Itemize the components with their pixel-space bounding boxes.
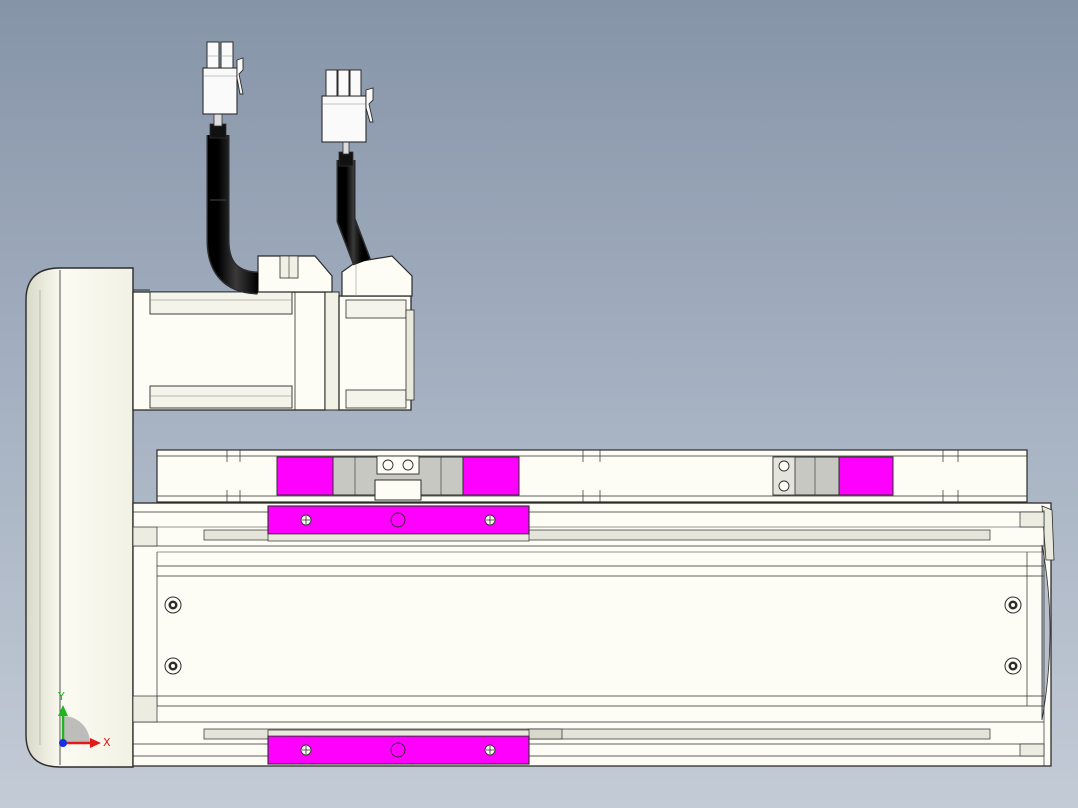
mounting-screw-bottom-left [164,657,182,675]
upper-guide-slider[interactable] [267,505,530,542]
belt-clamp[interactable] [772,456,894,496]
top-carriage-block[interactable] [276,455,520,501]
cad-drawing: Y X [25,41,1055,768]
screw-head-icon [300,744,312,756]
x-axis-label: X [103,736,111,749]
end-bracket [25,267,150,768]
cad-viewport[interactable]: Y X [0,0,1078,808]
lower-guide-slider[interactable] [267,729,530,765]
screw-head-icon [484,514,496,526]
center-hole-icon [390,512,406,528]
clamp-hole-icon [382,459,394,471]
screw-head-icon [484,744,496,756]
clamp-hole-icon [402,459,414,471]
encoder-cable [336,141,371,266]
mounting-screw-bottom-right [1004,657,1022,675]
mounting-screw-top-right [1004,596,1022,614]
clamp-hole-icon [778,480,790,492]
encoder-module[interactable] [338,255,415,411]
screw-head-icon [300,514,312,526]
encoder-connector[interactable] [321,69,374,143]
center-hole-icon [390,742,406,758]
clamp-hole-icon [778,460,790,472]
motor-power-connector[interactable] [202,41,244,115]
mounting-screw-top-left [164,596,182,614]
y-axis-label: Y [57,690,65,703]
actuator-body [132,502,1055,767]
motor-power-cable [206,113,259,295]
